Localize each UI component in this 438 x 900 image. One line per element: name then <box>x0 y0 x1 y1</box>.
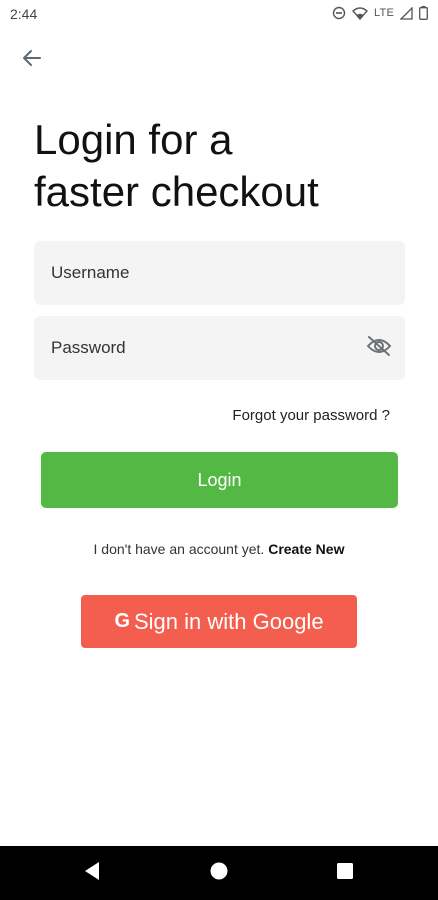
back-button[interactable] <box>16 44 48 76</box>
nav-back-button[interactable] <box>79 860 105 886</box>
forgot-password-link[interactable]: Forgot your password ? <box>232 407 390 424</box>
password-field-container <box>34 316 405 380</box>
do-not-disturb-icon <box>332 6 346 20</box>
google-sign-in-label: Sign in with Google <box>134 608 324 634</box>
recents-square-icon <box>336 862 354 885</box>
network-label: LTE <box>374 7 394 19</box>
nav-recents-button[interactable] <box>332 860 358 886</box>
page-title-line-2: faster checkout <box>34 168 319 215</box>
arrow-left-icon <box>22 49 42 72</box>
password-input[interactable] <box>34 316 405 380</box>
google-sign-in-button[interactable]: G Sign in with Google <box>81 595 357 648</box>
page-title: Login for a faster checkout <box>34 114 414 218</box>
signup-row: I don't have an account yet. Create New <box>0 541 438 557</box>
signup-prompt: I don't have an account yet. <box>93 541 265 557</box>
status-time: 2:44 <box>10 6 38 22</box>
page-title-line-1: Login for a <box>34 116 233 163</box>
username-field-container <box>34 241 405 305</box>
google-icon: G <box>114 610 130 632</box>
signal-icon <box>400 6 413 20</box>
home-circle-icon <box>209 861 229 886</box>
status-icons: LTE <box>332 6 428 20</box>
eye-off-icon <box>366 335 392 362</box>
system-navigation-bar <box>0 846 438 900</box>
password-visibility-toggle[interactable] <box>365 335 393 362</box>
status-bar: 2:44 LTE <box>0 0 438 28</box>
login-button[interactable]: Login <box>41 452 398 508</box>
battery-icon <box>419 6 428 20</box>
nav-home-button[interactable] <box>206 860 232 886</box>
back-triangle-icon <box>83 861 101 886</box>
create-new-link[interactable]: Create New <box>268 541 344 557</box>
wifi-icon <box>352 6 369 20</box>
username-input[interactable] <box>34 241 405 305</box>
